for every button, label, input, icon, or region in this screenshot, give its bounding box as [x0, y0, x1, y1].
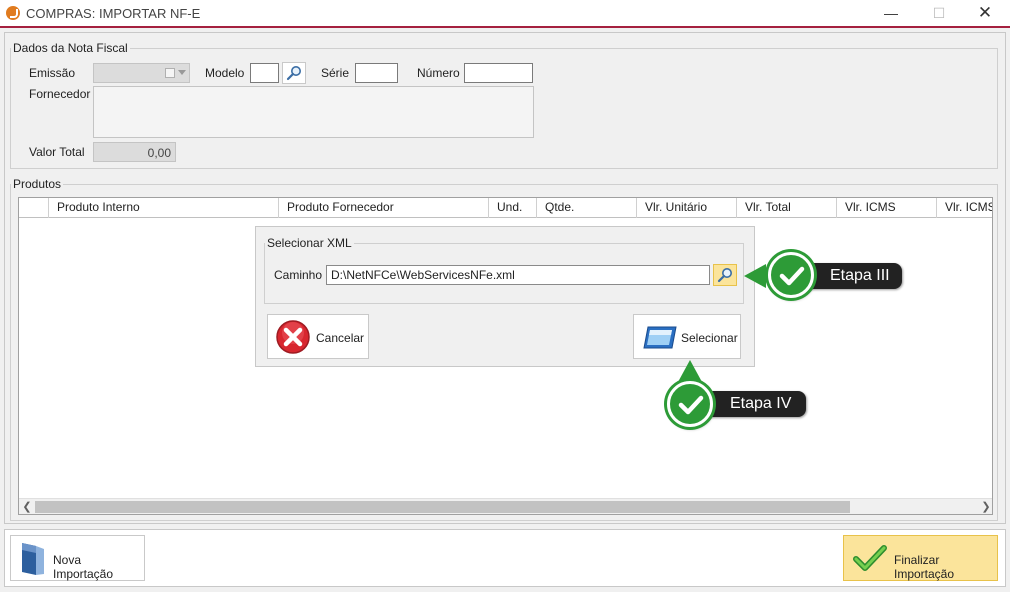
document-icon	[22, 543, 44, 575]
nova-importacao-label: Nova Importação	[53, 553, 114, 581]
nova-importacao-button[interactable]: Nova Importação	[10, 535, 145, 581]
scroll-left-icon[interactable]: ❮	[19, 499, 35, 514]
caminho-browse-button[interactable]	[713, 264, 737, 286]
app-logo-icon	[6, 6, 20, 20]
col-header-vlr-total[interactable]: Vlr. Total	[737, 198, 837, 218]
col-header-vlr-icms-st[interactable]: Vlr. ICMS-	[937, 198, 992, 218]
check-icon	[779, 266, 805, 286]
chevron-down-icon[interactable]	[178, 70, 186, 75]
scroll-thumb[interactable]	[35, 501, 850, 513]
emissao-label: Emissão	[29, 66, 76, 80]
nota-fiscal-legend: Dados da Nota Fiscal	[13, 41, 128, 55]
magnifier-icon	[717, 268, 732, 283]
etapa-3-badge	[768, 252, 814, 298]
grid-header: Produto Interno Produto Fornecedor Und. …	[19, 198, 992, 218]
window-title-bar: COMPRAS: IMPORTAR NF-E — ☐ ✕	[0, 0, 1010, 28]
cancel-button[interactable]: Cancelar	[267, 314, 369, 359]
serie-input[interactable]	[355, 63, 398, 83]
valor-total-label: Valor Total	[29, 145, 85, 159]
window-icon	[643, 326, 677, 349]
produtos-legend: Produtos	[13, 177, 62, 191]
numero-input[interactable]	[464, 63, 533, 83]
etapa-4-pointer	[678, 360, 702, 382]
checkmark-icon	[853, 545, 887, 571]
modelo-label: Modelo	[205, 66, 245, 80]
numero-label: Número	[417, 66, 460, 80]
red-x-icon	[276, 320, 310, 354]
valor-total-field: 0,00	[93, 142, 176, 162]
finalizar-importacao-label: Finalizar Importação	[894, 553, 955, 581]
col-header-qtde[interactable]: Qtde.	[537, 198, 637, 218]
check-icon	[678, 395, 704, 415]
col-header-produto-fornecedor[interactable]: Produto Fornecedor	[279, 198, 489, 218]
col-header-selector[interactable]	[19, 198, 49, 218]
selecionar-xml-legend: Selecionar XML	[267, 236, 352, 250]
horizontal-scrollbar[interactable]: ❮ ❯	[19, 498, 992, 514]
minimize-button[interactable]: —	[868, 0, 914, 28]
col-header-vlr-unitario[interactable]: Vlr. Unitário	[637, 198, 737, 218]
col-header-vlr-icms[interactable]: Vlr. ICMS	[837, 198, 937, 218]
etapa-3-pointer	[744, 264, 766, 288]
col-header-produto-interno[interactable]: Produto Interno	[49, 198, 279, 218]
fornecedor-label: Fornecedor	[29, 87, 91, 101]
modelo-search-button[interactable]	[282, 62, 306, 84]
close-button[interactable]: ✕	[962, 0, 1008, 28]
caminho-label: Caminho	[274, 268, 323, 282]
select-button-label: Selecionar	[681, 331, 738, 345]
emissao-date-field[interactable]	[93, 63, 190, 83]
cancel-button-label: Cancelar	[316, 331, 365, 345]
select-button[interactable]: Selecionar	[633, 314, 741, 359]
serie-label: Série	[321, 66, 350, 80]
scroll-right-icon[interactable]: ❯	[978, 499, 992, 514]
window-title: COMPRAS: IMPORTAR NF-E	[26, 6, 201, 21]
maximize-button[interactable]: ☐	[916, 0, 962, 28]
caminho-input[interactable]: D:\NetNFCe\WebServicesNFe.xml	[326, 265, 710, 285]
fornecedor-field[interactable]	[93, 86, 534, 138]
col-header-und[interactable]: Und.	[489, 198, 537, 218]
etapa-4-badge	[667, 381, 713, 427]
magnifier-icon	[286, 66, 301, 81]
finalizar-importacao-button[interactable]: Finalizar Importação	[843, 535, 998, 581]
modelo-input[interactable]	[250, 63, 279, 83]
calendar-icon[interactable]	[165, 68, 175, 78]
